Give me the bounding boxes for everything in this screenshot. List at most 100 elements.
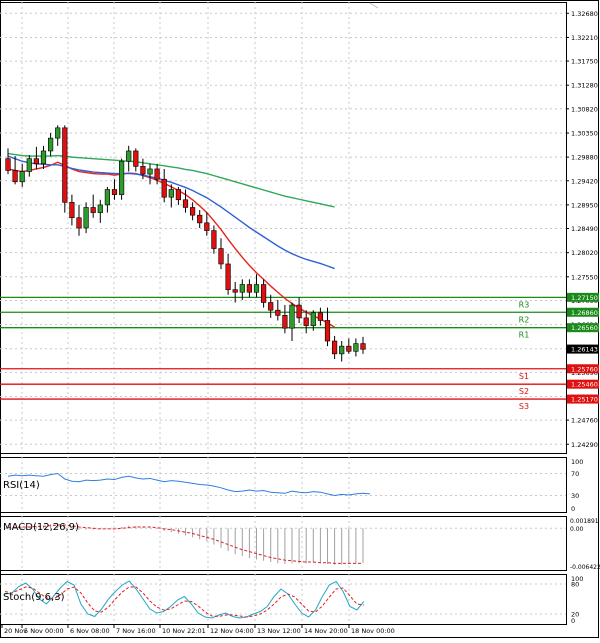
y-tick-label: 1.31750	[571, 58, 598, 66]
y-tick-label: 1.28490	[571, 225, 598, 233]
candle-body	[218, 248, 224, 265]
candle-body	[303, 317, 309, 326]
y-tick-label: 1.31280	[571, 82, 598, 90]
x-tick-label: 6 Nov 08:00	[70, 627, 110, 635]
y-tick-label: 0	[571, 617, 575, 625]
candle-body	[253, 284, 260, 293]
candle-body	[5, 158, 11, 171]
y-tick-label: 1.28950	[571, 201, 598, 209]
y-tick-label: 1.29880	[571, 154, 598, 162]
candle-body	[197, 214, 203, 224]
candle-body	[211, 230, 217, 249]
level-name-r1: R1	[519, 331, 530, 340]
x-tick-label: 5 Nov 00:00	[24, 627, 64, 635]
chart-window: 1.32680 1.32210 1.31750 1.31280 1.30820 1.303…	[0, 0, 600, 639]
y-tick-label: 30	[571, 492, 579, 500]
candle-body	[40, 150, 47, 165]
x-tick-label: 10 Nov 22:01	[162, 627, 206, 635]
candle-body	[268, 302, 274, 311]
candle-body	[26, 158, 32, 172]
y-tick-label: -0.006422	[570, 564, 600, 571]
level-name-r2: R2	[519, 315, 530, 324]
candle-body	[97, 204, 103, 213]
stoch-title: Stoch(9,6,3)	[3, 592, 65, 603]
candle-body	[104, 189, 110, 206]
candle-body	[175, 189, 182, 201]
candle-body	[133, 150, 139, 167]
candle-body	[190, 207, 196, 216]
candle-body	[119, 160, 125, 195]
y-tick-label: 70	[571, 470, 579, 478]
y-tick-label: 1.27550	[571, 273, 598, 281]
candle-body	[296, 304, 302, 319]
candle-body	[90, 207, 96, 213]
rsi-title: RSI(14)	[3, 480, 40, 491]
level-name-s2: S2	[519, 387, 529, 396]
candle-body	[111, 189, 118, 195]
candle-body	[182, 199, 189, 208]
candle-body	[282, 315, 288, 329]
candle-body	[12, 170, 18, 183]
current-price-label: 1.26143	[571, 346, 598, 354]
candle-body	[331, 340, 338, 355]
level-name-r3: R3	[519, 300, 530, 309]
level-price-label: 1.26860	[571, 309, 598, 317]
y-tick-label: 100	[571, 458, 583, 466]
x-tick-label: 12 Nov 04:00	[210, 627, 254, 635]
candle-body	[19, 171, 25, 183]
y-tick-label: 0.00	[570, 526, 584, 533]
level-price-label: 1.25460	[571, 381, 598, 389]
level-price-label: 1.25760	[571, 365, 598, 373]
y-tick-label: 1.32680	[571, 10, 598, 18]
level-price-label: 1.27150	[571, 294, 598, 302]
candle[interactable]	[62, 125, 68, 213]
candle-body	[154, 168, 160, 180]
y-tick-label: 1.29420	[571, 177, 598, 185]
candle-body	[204, 222, 210, 231]
candle-body	[161, 178, 167, 198]
candle-body	[55, 127, 61, 139]
candle-body	[62, 127, 68, 203]
x-tick-label: 18 Nov 00:00	[351, 627, 395, 635]
y-tick-label: 1.28020	[571, 249, 598, 257]
y-tick-label: 0	[571, 505, 575, 513]
trading-chart: 1.32680 1.32210 1.31750 1.31280 1.30820 1.303…	[0, 0, 600, 638]
candle-body	[140, 166, 146, 175]
candle-body	[83, 207, 89, 229]
candle-body	[232, 289, 238, 293]
candle-body	[239, 284, 245, 293]
candle-body	[126, 150, 132, 162]
level-name-s3: S3	[519, 402, 529, 411]
y-tick-label: 1.30820	[571, 105, 598, 113]
candle-body	[260, 284, 267, 303]
y-tick-label: 1.32210	[571, 34, 598, 42]
y-tick-label: 0.001891	[570, 518, 599, 525]
macd-title: MACD(12,26,9)	[3, 522, 79, 533]
x-tick-label: 7 Nov 16:00	[116, 627, 156, 635]
y-tick-label: 80	[571, 581, 579, 589]
candle[interactable]	[119, 158, 125, 200]
candle-body	[360, 343, 366, 350]
candle-body	[47, 137, 54, 152]
candle-body	[225, 263, 231, 290]
level-name-s1: S1	[519, 372, 529, 381]
y-tick-label: 1.24760	[571, 417, 598, 425]
candle-body	[33, 158, 39, 165]
level-price-label: 1.26560	[571, 324, 598, 332]
candle-body	[324, 320, 331, 342]
x-tick-label: 14 Nov 20:00	[304, 627, 348, 635]
candle-body	[346, 345, 352, 352]
candle-body	[310, 312, 316, 326]
y-tick-label: 1.30350	[571, 129, 598, 137]
candle-body	[147, 168, 153, 175]
x-tick-label: 13 Nov 12:00	[257, 627, 301, 635]
y-tick-label: 1.24290	[571, 441, 598, 449]
candle-body	[317, 312, 324, 321]
candle-body	[69, 202, 75, 219]
level-price-label: 1.25170	[571, 396, 598, 404]
candle-body	[339, 345, 345, 355]
candle-body	[275, 309, 281, 316]
candle-body	[246, 284, 253, 293]
candle-body	[168, 189, 174, 198]
candle-body	[76, 217, 82, 229]
